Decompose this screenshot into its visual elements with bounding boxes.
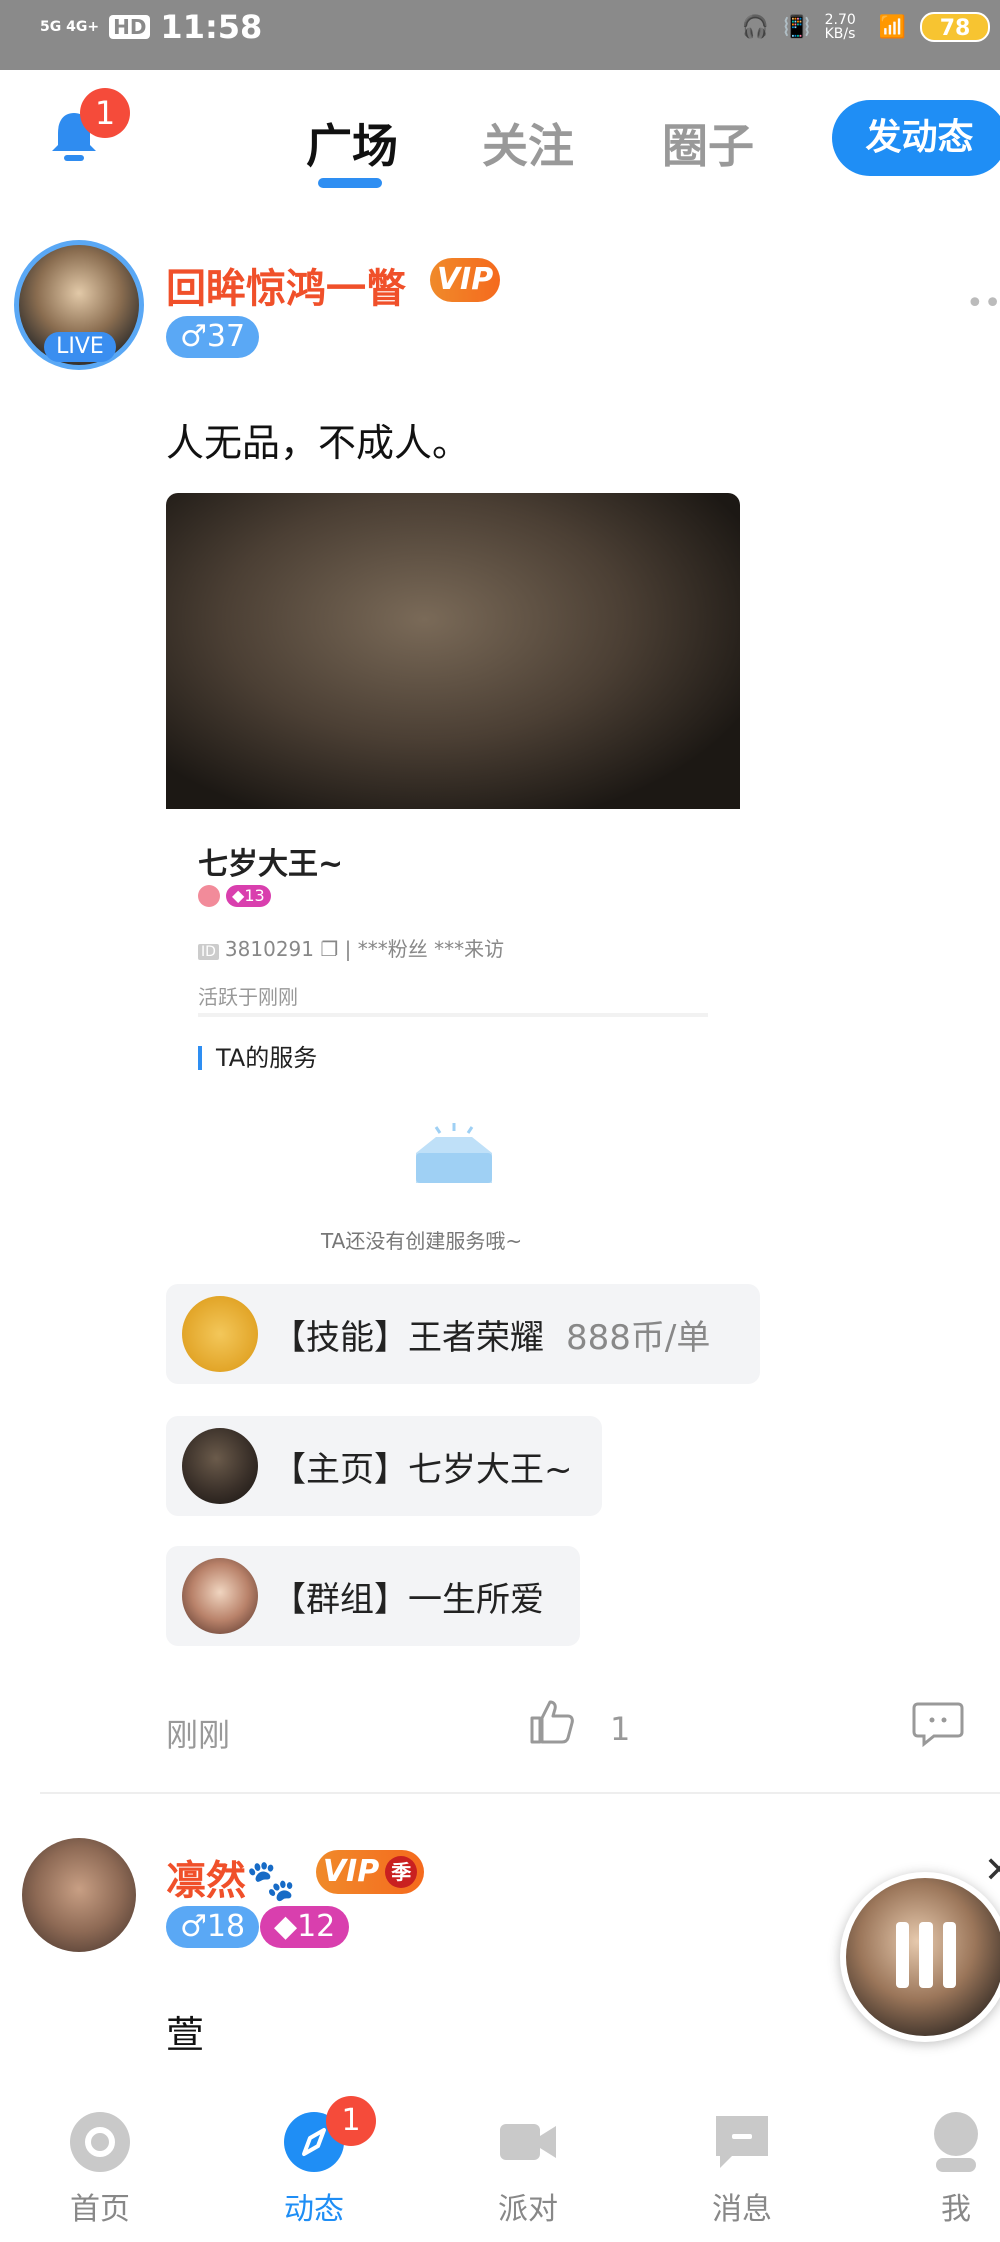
profile-icon <box>934 2112 978 2172</box>
nav-party-label: 派对 <box>498 2192 558 2227</box>
thumbs-up-icon[interactable] <box>526 1696 576 1746</box>
vibrate-icon: 📳 <box>783 14 811 40</box>
card-name: 七岁大王~ <box>198 847 344 882</box>
tab-square[interactable]: 广场 <box>306 110 398 176</box>
live-badge: LIVE <box>44 332 116 362</box>
skill-chip[interactable]: 【技能】王者荣耀 888币/单 <box>166 1284 760 1384</box>
username-2[interactable]: 凛然🐾 <box>166 1848 296 1906</box>
bottom-nav: 首页 1 动态 派对 消息 我 <box>0 2096 1000 2242</box>
vip-label-2: VIP <box>322 1854 380 1889</box>
close-icon[interactable]: ✕ <box>984 1850 1000 1891</box>
pause-icon[interactable] <box>896 1922 956 1992</box>
profile-card-image[interactable]: 七岁大王~ ◆13 ID 3810291 ❐ | ***粉丝 ***来访 活跃于刚… <box>166 493 740 1253</box>
nav-feed-label: 动态 <box>284 2192 344 2227</box>
skill-chip-price: 888币/单 <box>566 1317 711 1358</box>
level-badge: ♂37 <box>166 316 260 358</box>
message-icon <box>716 2116 768 2168</box>
homepage-chip-text: 【主页】七岁大王~ <box>272 1449 573 1490</box>
level-value-2: 18 <box>206 1909 246 1944</box>
wifi-icon: 📶 <box>878 14 906 40</box>
post-divider <box>40 1792 1000 1794</box>
card-level: 13 <box>244 886 265 905</box>
charm-badge: ◆12 <box>260 1906 350 1948</box>
card-id: 3810291 ❐ | ***粉丝 ***来访 <box>224 937 505 961</box>
tab-circle[interactable]: 圈子 <box>662 110 754 176</box>
net-speed: 2.70 KB/s <box>824 12 856 42</box>
video-icon <box>500 2124 556 2160</box>
nav-home[interactable]: 首页 <box>40 2110 160 2228</box>
notification-badge: 1 <box>80 88 130 138</box>
nav-party[interactable]: 派对 <box>468 2110 588 2228</box>
post-button[interactable]: 发动态 <box>832 100 1000 176</box>
card-id-line: ID 3810291 ❐ | ***粉丝 ***来访 <box>198 933 504 962</box>
vip-badge-2: VIP 季 <box>316 1850 424 1894</box>
floating-player[interactable] <box>840 1872 1000 2042</box>
game-icon <box>182 1296 258 1372</box>
post-text-2: 萱 <box>166 2013 205 2057</box>
nav-message[interactable]: 消息 <box>682 2110 802 2228</box>
headphone-icon: 🎧 <box>741 14 770 40</box>
status-bar: 5G 4G+ HD 11:58 🎧 📳 2.70 KB/s 📶 78 <box>0 0 1000 70</box>
group-chip[interactable]: 【群组】一生所爱 <box>166 1546 580 1646</box>
vip-season: 季 <box>385 1856 418 1888</box>
diamond-icon: ◆ <box>274 1909 298 1944</box>
avatar-2[interactable] <box>22 1838 136 1952</box>
level-badge-2: ♂18 <box>166 1906 260 1948</box>
comment-icon[interactable] <box>912 1700 964 1748</box>
group-chip-text: 【群组】一生所爱 <box>272 1579 544 1620</box>
tab-follow[interactable]: 关注 <box>482 110 574 176</box>
nav-feed[interactable]: 1 动态 <box>254 2096 376 2228</box>
nav-home-label: 首页 <box>70 2192 130 2227</box>
homepage-chip[interactable]: 【主页】七岁大王~ <box>166 1416 602 1516</box>
battery-indicator: 78 <box>920 12 990 42</box>
network-indicator: 5G 4G+ <box>40 19 100 35</box>
hd-indicator: HD <box>109 15 151 39</box>
level-value: 37 <box>206 319 246 354</box>
clock: 11:58 <box>160 8 263 46</box>
group-avatar <box>182 1558 258 1634</box>
homepage-avatar <box>182 1428 258 1504</box>
card-photo <box>166 493 740 809</box>
tab-indicator <box>318 178 382 188</box>
card-empty-text: TA还没有创建服务哦~ <box>321 1229 523 1253</box>
card-level-badge: ◆13 <box>226 885 271 907</box>
vip-badge: VIP <box>430 258 500 302</box>
home-icon <box>70 2112 130 2172</box>
card-service-title: TA的服务 <box>198 1038 317 1073</box>
gender-icon: ♂ <box>180 319 207 354</box>
empty-tray-icon <box>416 1123 492 1183</box>
skill-chip-text: 【技能】王者荣耀 <box>272 1317 544 1358</box>
status-right: 🎧 📳 2.70 KB/s 📶 78 <box>742 12 990 42</box>
nav-feed-badge: 1 <box>326 2096 376 2146</box>
like-count: 1 <box>610 1710 631 1748</box>
top-nav: 1 广场 关注 圈子 发动态 <box>0 70 1000 210</box>
nav-profile[interactable]: 我 <box>896 2110 1000 2228</box>
card-active: 活跃于刚刚 <box>198 985 298 1009</box>
gender-icon-2: ♂ <box>180 1909 207 1944</box>
card-divider <box>198 1013 708 1017</box>
nav-message-label: 消息 <box>712 2192 772 2227</box>
card-tags: ◆13 <box>198 885 271 907</box>
nav-profile-label: 我 <box>941 2192 971 2227</box>
status-left: 5G 4G+ HD 11:58 <box>40 8 262 46</box>
more-icon[interactable]: •• <box>966 286 1000 321</box>
post-time: 刚刚 <box>166 1716 231 1754</box>
post-text: 人无品，不成人。 <box>166 421 471 465</box>
location-icon <box>198 885 220 907</box>
username[interactable]: 回眸惊鸿一瞥 <box>166 256 406 314</box>
charm-value: 12 <box>297 1909 336 1944</box>
